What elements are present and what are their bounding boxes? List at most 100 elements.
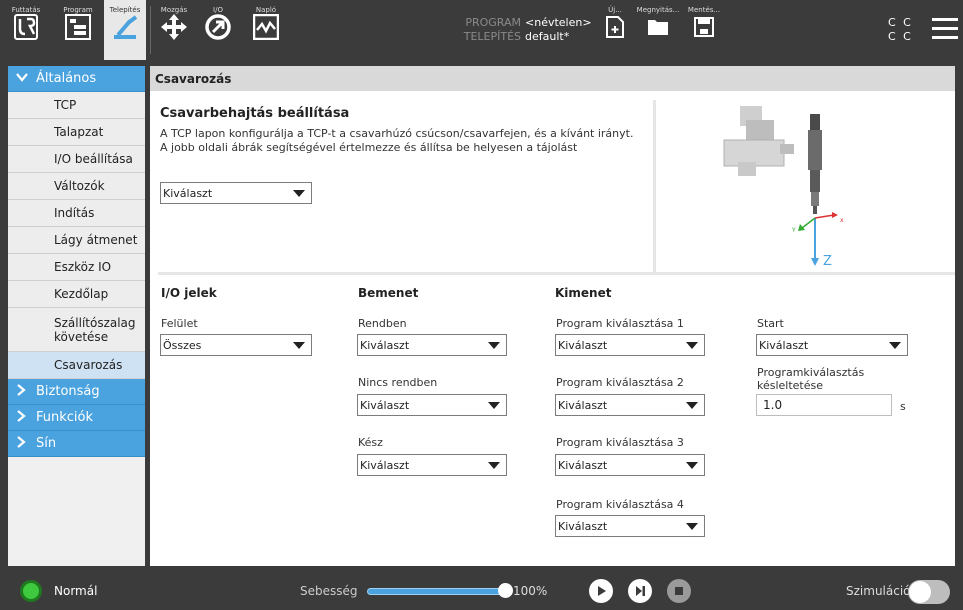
tab-telepites-label: Telepítés <box>109 6 141 14</box>
sidebar-group-altalanos[interactable]: Általános <box>8 66 145 92</box>
chevron-down-icon <box>293 190 305 197</box>
tab-naplo[interactable]: Napló <box>246 0 286 60</box>
sidebar-item-inditas[interactable]: Indítás <box>8 200 145 227</box>
play-icon <box>598 586 606 596</box>
sidebar-item-tcp[interactable]: TCP <box>8 92 145 119</box>
sidebar-group-label: Funkciók <box>36 410 94 425</box>
chevron-down-icon <box>686 523 698 530</box>
program-select-3-dropdown[interactable]: Kiválaszt <box>555 454 705 476</box>
hamburger-menu-icon[interactable] <box>932 18 958 40</box>
sidebar: Általános TCP Talapzat I/O beállítása Vá… <box>8 66 145 566</box>
interface-label: Felület <box>161 317 198 330</box>
input-nok-value: Kiválaszt <box>360 398 410 412</box>
speed-slider[interactable] <box>367 588 507 595</box>
program-select-4-dropdown[interactable]: Kiválaszt <box>555 515 705 537</box>
delay-unit: s <box>900 400 906 413</box>
chevron-down-icon <box>488 342 500 349</box>
sidebar-group-label: Biztonság <box>36 384 100 399</box>
section-title: Csavarbehajtás beállítása <box>160 106 350 121</box>
input-done-label: Kész <box>358 436 383 449</box>
program-select-1-dropdown[interactable]: Kiválaszt <box>555 334 705 356</box>
tab-program[interactable]: Program <box>58 0 98 60</box>
tab-program-label: Program <box>63 6 93 14</box>
program-select-3-value: Kiválaszt <box>558 458 608 472</box>
sidebar-item-label: Csavarozás <box>54 358 123 372</box>
sidebar-item-csavarozas[interactable]: Csavarozás <box>8 352 145 379</box>
chevron-down-icon <box>16 71 30 86</box>
program-select-4-value: Kiválaszt <box>558 519 608 533</box>
direction-dropdown[interactable]: Kiválaszt <box>160 182 312 204</box>
simulation-label: Szimuláció <box>846 584 911 598</box>
input-ok-value: Kiválaszt <box>360 338 410 352</box>
cc-line-1: C C <box>888 16 913 29</box>
chevron-down-icon <box>889 342 901 349</box>
tab-futtatas[interactable]: Futtatás <box>6 0 46 60</box>
interface-dropdown-value: Összes <box>163 338 202 352</box>
svg-text:Y: Y <box>791 227 796 234</box>
sidebar-group-label: Sín <box>36 436 57 451</box>
robot-status-text: Normál <box>54 584 98 598</box>
interface-dropdown[interactable]: Összes <box>160 334 312 356</box>
sidebar-item-io-beallitasa[interactable]: I/O beállítása <box>8 146 145 173</box>
save-button-label: Mentés... <box>687 6 721 14</box>
play-button[interactable] <box>589 579 613 603</box>
start-label: Start <box>757 317 784 330</box>
sidebar-group-biztonsag[interactable]: Biztonság <box>8 379 145 405</box>
open-button[interactable]: Megnyitás... <box>632 0 684 60</box>
input-done-value: Kiválaszt <box>360 458 410 472</box>
chevron-down-icon <box>686 462 698 469</box>
toggle-knob <box>909 581 931 603</box>
tab-io[interactable]: I/O <box>198 0 238 60</box>
input-header: Bemenet <box>358 286 419 300</box>
sidebar-group-label: Általános <box>36 71 97 86</box>
stop-icon <box>675 587 683 595</box>
delay-input[interactable]: 1.0 <box>756 394 892 416</box>
program-select-2-dropdown[interactable]: Kiválaszt <box>555 394 705 416</box>
tab-telepites[interactable]: Telepítés <box>104 0 146 60</box>
divider <box>150 6 151 54</box>
sidebar-group-sin[interactable]: Sín <box>8 431 145 457</box>
delay-label: Programkiválasztás késleltetése <box>757 366 865 392</box>
input-ok-label: Rendben <box>358 317 407 330</box>
input-ok-dropdown[interactable]: Kiválaszt <box>357 334 507 356</box>
io-signals-header: I/O jelek <box>161 286 217 300</box>
speed-label: Sebesség <box>300 584 358 598</box>
input-nok-dropdown[interactable]: Kiválaszt <box>357 394 507 416</box>
sidebar-item-talapzat[interactable]: Talapzat <box>8 119 145 146</box>
sidebar-item-kezdolap[interactable]: Kezdőlap <box>8 281 145 308</box>
stop-button[interactable] <box>667 579 691 603</box>
chevron-down-icon <box>488 402 500 409</box>
sidebar-item-label: Eszköz IO <box>54 260 112 274</box>
tab-futtatas-label: Futtatás <box>11 6 41 14</box>
input-done-dropdown[interactable]: Kiválaszt <box>357 454 507 476</box>
input-nok-label: Nincs rendben <box>358 376 438 389</box>
speed-value: 100% <box>513 584 548 598</box>
simulation-toggle[interactable] <box>908 580 950 604</box>
installation-key: TELEPÍTÉS <box>463 30 521 43</box>
start-dropdown[interactable]: Kiválaszt <box>756 334 908 356</box>
tab-mozgas[interactable]: Mozgás <box>154 0 194 60</box>
sidebar-item-label: Kezdőlap <box>54 287 109 301</box>
save-button[interactable]: Mentés... <box>684 0 724 60</box>
program-info: PROGRAM <névtelen> TELEPÍTÉS default* <box>452 16 592 44</box>
chevron-right-icon <box>16 435 30 452</box>
sidebar-item-valtozok[interactable]: Változók <box>8 173 145 200</box>
sidebar-group-funkciok[interactable]: Funkciók <box>8 405 145 431</box>
sidebar-item-eszkoz-io[interactable]: Eszköz IO <box>8 254 145 281</box>
main-panel: Csavarozás Csavarbehajtás beállítása A T… <box>150 66 955 566</box>
program-select-4-label: Program kiválasztása 4 <box>556 498 684 511</box>
svg-text:x: x <box>840 217 844 224</box>
sidebar-item-szallitoszalag[interactable]: Szállítószalag követése <box>8 308 145 352</box>
sidebar-item-label: TCP <box>54 98 77 112</box>
sidebar-item-label: Szállítószalag követése <box>54 315 136 344</box>
direction-dropdown-value: Kiválaszt <box>163 186 213 200</box>
speed-slider-handle[interactable] <box>498 583 513 598</box>
step-button[interactable] <box>628 579 652 603</box>
new-button-label: Új... <box>608 6 622 14</box>
new-button[interactable]: Új... <box>596 0 634 60</box>
sidebar-item-lagy-atmenet[interactable]: Lágy átmenet <box>8 227 145 254</box>
z-axis-label: Z <box>823 254 832 269</box>
robot-status-icon[interactable] <box>20 580 42 602</box>
chevron-right-icon <box>16 409 30 426</box>
chevron-down-icon <box>293 342 305 349</box>
